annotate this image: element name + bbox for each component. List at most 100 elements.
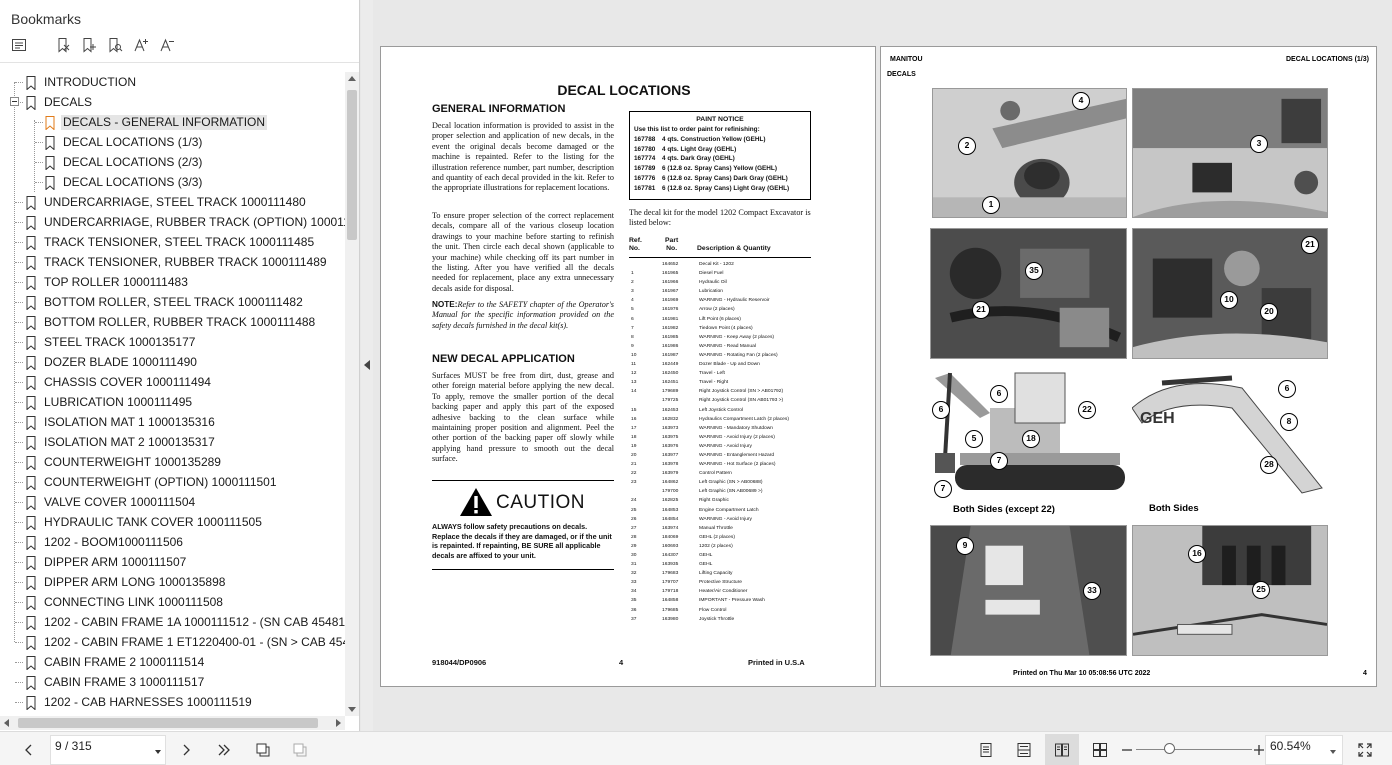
table-row: 14 179689 Right Joystick Control (SN > AB0… [629,387,811,396]
description-cell: Right Joystick Control (SN AB01793 >) [699,398,784,404]
bookmark-item[interactable]: DECAL LOCATIONS (1/3) [0,132,345,152]
caution-box: CAUTION ALWAYS follow safety precautions… [432,480,614,570]
bookmark-icon [26,236,36,250]
note-label: NOTE: [432,300,458,309]
zoom-slider-track[interactable] [1136,749,1252,750]
bookmark-item[interactable]: DOZER BLADE 1000111490 [0,352,345,372]
single-page-view-icon[interactable] [975,739,997,761]
bookmark-label: ISOLATION MAT 2 1000135317 [44,435,215,449]
table-row: 9 161986 WARNING - Read Manual [629,342,811,351]
bookmark-horizontal-scrollbar[interactable] [0,716,345,730]
find-bookmark-icon[interactable] [104,34,126,56]
bookmark-item[interactable]: 1202 - CABIN FRAME 1A 1000111512 - (SN C… [0,612,345,632]
last-page-icon[interactable] [213,739,235,761]
bookmark-item[interactable]: TRACK TENSIONER, STEEL TRACK 1000111485 [0,232,345,252]
two-page-view-icon[interactable] [1051,739,1073,761]
ref-number-cell: 5 [631,307,634,313]
bookmark-item[interactable]: CHASSIS COVER 1000111494 [0,372,345,392]
bookmark-item[interactable]: UNDERCARRIAGE, STEEL TRACK 1000111480 [0,192,345,212]
caution-label: CAUTION [496,492,585,513]
bookmark-item[interactable]: 1202 - CAB HARNESSES 1000111519 [0,692,345,712]
description-cell: WARNING - Entanglement Hazard [699,452,775,458]
ref-number-cell: 34 [631,589,637,595]
two-page-continuous-view-icon[interactable] [1089,739,1111,761]
zoom-level-value: 60.54% [1270,739,1311,753]
bookmark-item[interactable]: CABIN FRAME 3 1000111517 [0,672,345,692]
bookmark-item[interactable]: DIPPER ARM 1000111507 [0,552,345,572]
bookmark-item[interactable]: TOP ROLLER 1000111483 [0,272,345,292]
add-bookmark-icon[interactable] [78,34,100,56]
description-cell: Left Graphic (SN > AB00688) [699,480,763,486]
document-viewer[interactable]: DECAL LOCATIONS GENERAL INFORMATION Deca… [373,0,1392,731]
ref-number-cell: 22 [631,471,637,477]
bookmark-label: 1202 - CABIN FRAME 1A 1000111512 - (SN C… [44,615,345,629]
bookmark-item[interactable]: CONNECTING LINK 1000111508 [0,592,345,612]
bookmark-item[interactable]: DECALS [0,92,345,112]
description-cell: Tiedown Point (4 places) [699,325,753,331]
scrollbar-thumb[interactable] [347,90,357,240]
bookmark-item[interactable]: INTRODUCTION [0,72,345,92]
bookmark-item[interactable]: DIPPER ARM LONG 1000135898 [0,572,345,592]
bookmark-item[interactable]: DECAL LOCATIONS (3/3) [0,172,345,192]
decrease-text-size-icon[interactable] [156,34,178,56]
bookmark-item[interactable]: CABIN FRAME 2 1000111514 [0,652,345,672]
collapse-toggle-icon[interactable] [10,97,19,106]
part-number-cell: 163979 [662,471,679,477]
page-dropdown-icon[interactable] [155,750,161,754]
scroll-down-arrow-icon[interactable] [348,707,356,712]
bookmark-item[interactable]: STEEL TRACK 1000135177 [0,332,345,352]
bookmark-item[interactable]: BOTTOM ROLLER, STEEL TRACK 1000111482 [0,292,345,312]
delete-bookmark-icon[interactable] [52,34,74,56]
bookmark-item[interactable]: VALVE COVER 1000111504 [0,492,345,512]
callout-number: 6 [1278,380,1296,398]
part-number-cell: 160693 [662,543,679,549]
ref-number-cell: 13 [631,380,637,386]
bookmark-icon [26,356,36,370]
bookmark-item[interactable]: BOTTOM ROLLER, RUBBER TRACK 1000111488 [0,312,345,332]
bookmark-item[interactable]: 1202 - CABIN FRAME 1 ET1220400-01 - (SN … [0,632,345,652]
scroll-up-arrow-icon[interactable] [348,76,356,81]
zoom-level-select[interactable]: 60.54% [1265,735,1343,765]
bookmark-item[interactable]: HYDRAULIC TANK COVER 1000111505 [0,512,345,532]
table-row: 30 164307 GEHL [629,551,811,560]
bookmark-item[interactable]: COUNTERWEIGHT (OPTION) 1000111501 [0,472,345,492]
rotate-view-icon[interactable] [252,739,274,761]
copy-page-icon[interactable] [289,739,311,761]
col-ref-header: Ref. No. [629,237,642,252]
bookmark-item[interactable]: LUBRICATION 1000111495 [0,392,345,412]
callout-number: 9 [956,537,974,555]
bookmark-label: CONNECTING LINK 1000111508 [44,595,223,609]
bookmark-item[interactable]: COUNTERWEIGHT 1000135289 [0,452,345,472]
previous-page-icon[interactable] [18,739,40,761]
zoom-dropdown-icon[interactable] [1330,750,1336,754]
bookmark-vertical-scrollbar[interactable] [345,72,359,716]
ref-number-cell: 37 [631,616,637,622]
bookmark-item[interactable]: DECALS - GENERAL INFORMATION [0,112,345,132]
table-row: 17 163973 WARNING - Mandatory Shutdown [629,424,811,433]
collapse-left-arrow-icon[interactable] [364,360,370,370]
bookmark-item[interactable]: UNDERCARRIAGE, RUBBER TRACK (OPTION) 100… [0,212,345,232]
continuous-view-icon[interactable] [1013,739,1035,761]
ref-number-cell: 10 [631,352,637,358]
bookmark-item[interactable]: ISOLATION MAT 2 1000135317 [0,432,345,452]
page-number-input[interactable]: 9 / 315 [50,735,166,765]
bookmark-item[interactable]: TRACK TENSIONER, RUBBER TRACK 1000111489 [0,252,345,272]
bookmark-list-icon[interactable] [8,34,30,56]
bookmark-item[interactable]: ISOLATION MAT 1 1000135316 [0,412,345,432]
scrollbar-thumb[interactable] [18,718,318,728]
table-row: 164652 Decal Kit - 1202 [629,260,811,269]
table-row: 34 179718 Heater/Air Conditioner [629,587,811,596]
callout-number: 28 [1260,456,1278,474]
bookmark-item[interactable]: DECAL LOCATIONS (2/3) [0,152,345,172]
next-page-icon[interactable] [175,739,197,761]
fullscreen-icon[interactable] [1354,739,1376,761]
scroll-left-arrow-icon[interactable] [4,719,9,727]
bookmark-item[interactable]: 1202 - BOOM1000111506 [0,532,345,552]
scroll-right-arrow-icon[interactable] [336,719,341,727]
sidebar-collapse-handle[interactable] [361,0,373,731]
increase-text-size-icon[interactable] [130,34,152,56]
zoom-out-icon[interactable] [1116,739,1138,761]
part-number-cell: 161969 [662,298,679,304]
table-row: 23 164862 Left Graphic (SN > AB00688) [629,478,811,487]
zoom-slider-thumb[interactable] [1164,743,1175,754]
